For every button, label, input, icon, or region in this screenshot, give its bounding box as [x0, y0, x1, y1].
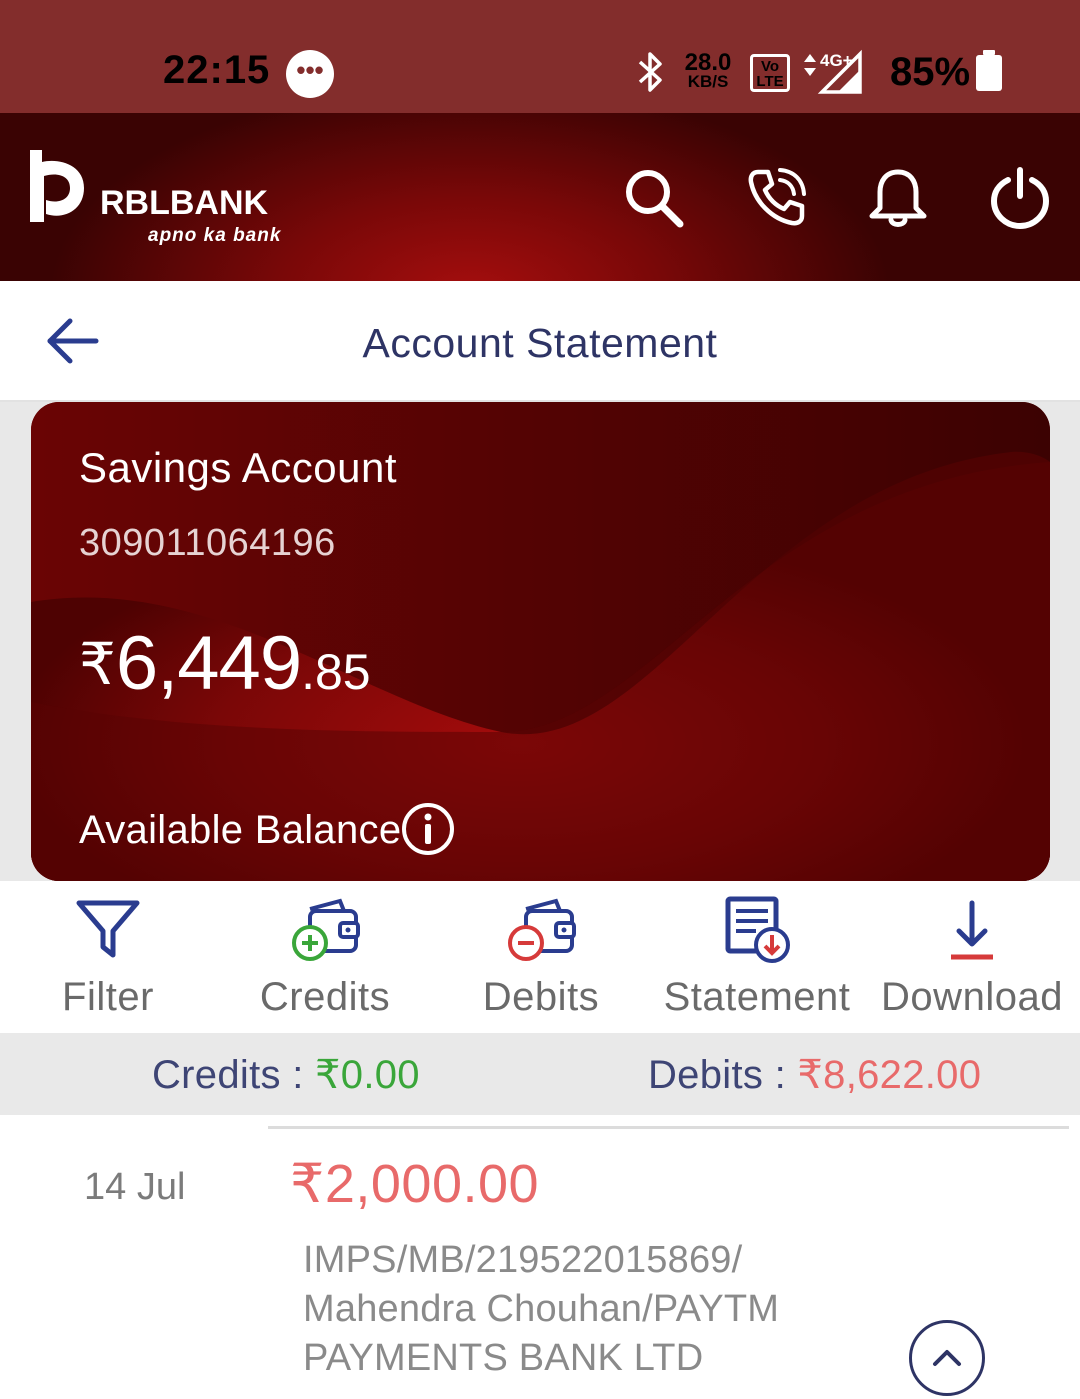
balance-decimal: .85 [301, 644, 371, 700]
chevron-up-icon [933, 1350, 961, 1366]
message-icon: ••• [286, 50, 334, 98]
info-icon[interactable] [401, 802, 455, 856]
rbl-logo-icon [30, 150, 84, 222]
balance-main: 6,449 [115, 621, 302, 706]
brand-tagline: apno ka bank [148, 225, 282, 246]
debits-summary: Debits : ₹8,622.00 [648, 1052, 981, 1098]
transaction-date: 14 Jul [84, 1166, 186, 1208]
account-type: Savings Account [79, 444, 398, 491]
bluetooth-icon [638, 52, 662, 92]
transaction-divider [268, 1126, 1069, 1129]
download-button[interactable]: Download [864, 881, 1080, 1033]
volte-icon: Vo LTE [750, 54, 790, 92]
statement-icon [725, 896, 790, 963]
credits-summary-label: Credits : [152, 1053, 316, 1097]
filter-icon [76, 900, 140, 958]
transaction-description-line: PAYMENTS BANK LTD [303, 1337, 704, 1379]
download-icon [951, 900, 993, 960]
filter-label: Filter [62, 975, 154, 1019]
transaction-description-line: Mahendra Chouhan/PAYTM [303, 1288, 780, 1330]
speed-value: 28.0 [684, 49, 732, 76]
network-speed: 28.0 KB/S [682, 49, 734, 92]
speed-unit: KB/S [687, 72, 729, 91]
currency-symbol: ₹ [79, 632, 116, 697]
account-number: 309011064196 [79, 522, 336, 564]
balance-amount: ₹6,449.85 [79, 620, 371, 707]
debits-summary-label: Debits : [648, 1053, 798, 1097]
debits-button[interactable]: Debits [433, 881, 649, 1033]
search-icon[interactable] [622, 166, 686, 230]
balance-label: Available Balance [79, 808, 402, 852]
battery-icon [976, 50, 1002, 91]
transaction-description-line: IMPS/MB/219522015869/ [303, 1239, 743, 1281]
bell-icon[interactable] [866, 166, 930, 230]
transaction-description: IMPS/MB/219522015869/ Mahendra Chouhan/P… [303, 1236, 863, 1383]
credits-summary: Credits : ₹0.00 [152, 1052, 420, 1098]
brand-name: RBLBANK [100, 184, 269, 222]
wallet-minus-icon [508, 898, 576, 961]
credits-button[interactable]: Credits [217, 881, 433, 1033]
credits-label: Credits [259, 975, 391, 1019]
credits-summary-value: ₹0.00 [315, 1053, 420, 1097]
scroll-to-top-button[interactable] [909, 1320, 985, 1396]
statement-button[interactable]: Statement [649, 881, 865, 1033]
page-title: Account Statement [362, 320, 718, 366]
debits-summary-value: ₹8,622.00 [797, 1053, 982, 1097]
download-label: Download [881, 975, 1063, 1019]
status-time: 22:15 [163, 48, 271, 92]
debits-label: Debits [482, 975, 600, 1019]
call-icon[interactable] [744, 166, 808, 230]
wallet-plus-icon [292, 898, 360, 961]
filter-button[interactable]: Filter [0, 881, 216, 1033]
power-icon[interactable] [988, 166, 1052, 230]
signal-icon: 4G+ [804, 49, 862, 94]
battery-percent: 85% [890, 50, 971, 94]
transaction-amount: ₹2,000.00 [290, 1154, 540, 1214]
statement-label: Statement [663, 975, 851, 1019]
